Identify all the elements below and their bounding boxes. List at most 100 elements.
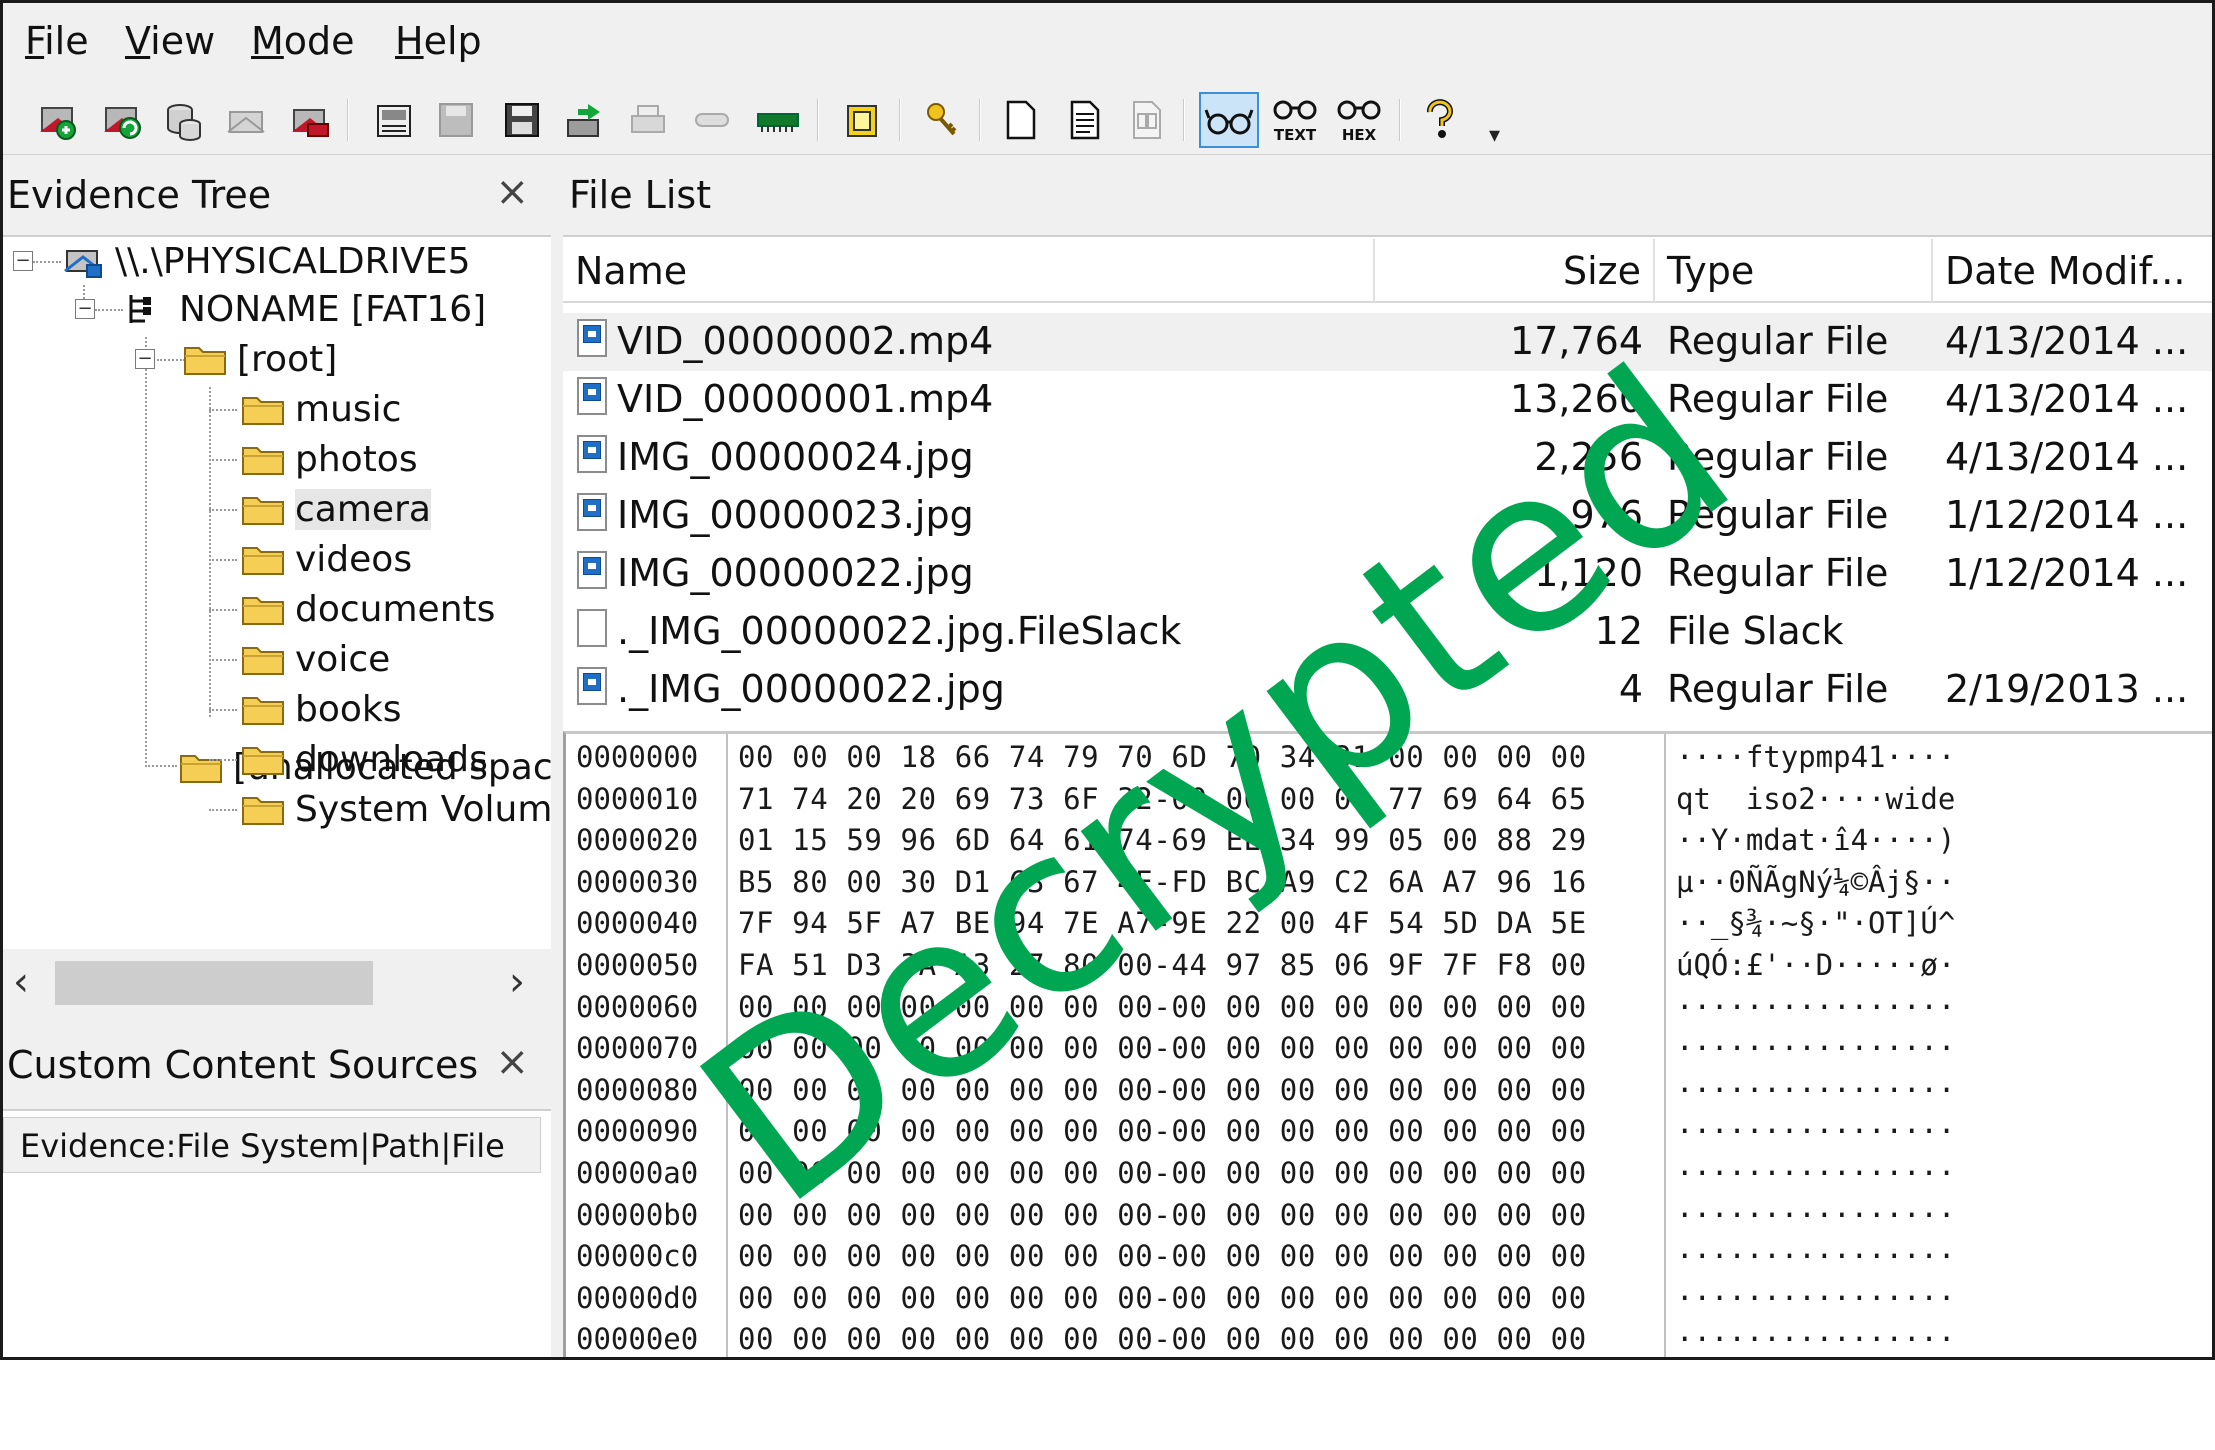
- key-icon[interactable]: [917, 95, 967, 145]
- column-header-name[interactable]: Name: [563, 239, 1375, 303]
- hex-ascii-line: ················: [1676, 1156, 1956, 1190]
- file-list-row[interactable]: ._IMG_00000022.jpg 4 Regular File 2/19/2013…: [563, 661, 2212, 719]
- tree-label: System Volume: [295, 788, 575, 830]
- scroll-thumb[interactable]: [55, 961, 373, 1005]
- folder-icon: [183, 342, 227, 376]
- file-date-cell: 1/12/2014 ...: [1945, 551, 2189, 595]
- link-icon[interactable]: [687, 95, 737, 145]
- file-list-row[interactable]: IMG_00000023.jpg 976 Regular File 1/12/2014…: [563, 487, 2212, 545]
- file-list-row[interactable]: ._IMG_00000022.jpg.FileSlack 12 File Slack: [563, 603, 2212, 661]
- file-list-header: File List: [563, 155, 2212, 237]
- print-icon[interactable]: [623, 95, 673, 145]
- tree-node-folder[interactable]: System Volume: [241, 785, 575, 833]
- hex-bytes-line: B5 80 00 30 D1 C3 67 4E-FD BC A9 C2 6A A…: [738, 864, 1587, 899]
- hex-ascii-line: ················: [1676, 1239, 1956, 1274]
- volume-icon: [129, 295, 151, 323]
- memory-icon[interactable]: [753, 95, 803, 145]
- remove-evidence-icon[interactable]: [221, 95, 271, 145]
- hex-ascii-column: ····ftypmp41···· qt iso2····wide ··Y·mdat·…: [1668, 734, 2212, 1357]
- tree-line: [209, 709, 237, 711]
- custom-content-sources-panel: Custom Content Sources × Evidence:File S…: [3, 1015, 551, 1357]
- panel-splitter[interactable]: [551, 155, 563, 1357]
- menu-help[interactable]: Help: [395, 19, 482, 63]
- menu-file[interactable]: File: [25, 19, 89, 63]
- export-icon[interactable]: [561, 95, 611, 145]
- hex-ascii-line: ················: [1676, 989, 1956, 1024]
- tree-node-drive[interactable]: \\.\PHYSICALDRIVE5: [61, 237, 471, 285]
- file-list-row[interactable]: VID_00000002.mp4 17,764 Regular File 4/13/2…: [563, 313, 2212, 371]
- tree-node-folder[interactable]: books: [241, 685, 402, 733]
- document-icon[interactable]: [1059, 95, 1109, 145]
- hex-ascii-line: ················: [1676, 1072, 1956, 1107]
- toolbar-separator: [979, 99, 981, 141]
- column-header-type[interactable]: Type: [1655, 239, 1933, 303]
- tree-node-folder[interactable]: photos: [241, 435, 418, 483]
- viewer-glasses-icon[interactable]: [1199, 92, 1259, 148]
- hex-bytes-line: 00 00 00 00 00 00 00 00-00 00 00 00 00 0…: [738, 1031, 1587, 1066]
- tree-label: camera: [295, 488, 431, 530]
- file-type-cell: Regular File: [1667, 667, 1889, 711]
- hex-viewer[interactable]: 0000000 0000010 0000020 0000030 0000040 00000…: [563, 731, 2212, 1357]
- tree-line: [209, 459, 237, 461]
- file-list-row[interactable]: VID_00000001.mp4 13,260 Regular File 4/13/2…: [563, 371, 2212, 429]
- collapse-root-icon[interactable]: −: [135, 349, 155, 369]
- hex-offset: 00000c0: [576, 1239, 699, 1274]
- new-document-icon[interactable]: [995, 95, 1045, 145]
- folder-icon: [241, 442, 285, 476]
- report-icon[interactable]: [369, 95, 419, 145]
- file-list-row[interactable]: IMG_00000022.jpg 1,120 Regular File 1/12/20…: [563, 545, 2212, 603]
- tree-node-folder[interactable]: videos: [241, 535, 412, 583]
- image-file-icon: [577, 667, 607, 705]
- tree-horizontal-scrollbar[interactable]: ‹ ›: [3, 949, 551, 1015]
- hex-bytes-line: 00 00 00 00 00 00 00 00-00 00 00 00 00 0…: [738, 1114, 1587, 1149]
- file-list-row[interactable]: IMG_00000024.jpg 2,256 Regular File 4/13/20…: [563, 429, 2212, 487]
- save-icon[interactable]: [431, 95, 481, 145]
- tree-node-folder[interactable]: music: [241, 385, 401, 433]
- tree-line: [209, 759, 237, 761]
- hex-ascii-line: qt iso2····wide: [1676, 781, 1956, 816]
- bookmark-icon[interactable]: [837, 95, 887, 145]
- toolbar-overflow-icon[interactable]: ▾: [1489, 123, 1500, 148]
- evidence-tree-close-icon[interactable]: ×: [495, 169, 529, 215]
- folder-icon: [241, 392, 285, 426]
- scroll-right-icon[interactable]: ›: [509, 959, 525, 1005]
- save-as-icon[interactable]: [497, 95, 547, 145]
- collapse-drive-icon[interactable]: −: [13, 251, 33, 271]
- tree-node-volume[interactable]: NONAME [FAT16]: [123, 285, 486, 333]
- database-icon[interactable]: [159, 95, 209, 145]
- refresh-evidence-icon[interactable]: [97, 95, 147, 145]
- tree-node-folder[interactable]: voice: [241, 635, 390, 683]
- column-header-size[interactable]: Size: [1375, 239, 1655, 303]
- custom-content-title: Custom Content Sources: [7, 1043, 479, 1087]
- tree-node-folder[interactable]: documents: [241, 585, 495, 633]
- tree-node-folder[interactable]: downloads: [241, 735, 488, 783]
- compare-icon[interactable]: [1121, 95, 1171, 145]
- tree-line: [145, 337, 147, 767]
- file-list-panel: File List Name Size Type Date Modif... V…: [563, 155, 2212, 731]
- file-type-cell: Regular File: [1667, 493, 1889, 537]
- tree-node-root[interactable]: [root]: [183, 335, 337, 383]
- hex-offset: 0000000: [576, 740, 699, 774]
- folder-icon: [241, 592, 285, 626]
- hex-offset: 0000010: [576, 781, 699, 816]
- custom-content-close-icon[interactable]: ×: [495, 1039, 529, 1085]
- tree-node-folder[interactable]: camera: [241, 485, 431, 533]
- hex-offset-column: 0000000 0000010 0000020 0000030 0000040 00000…: [566, 734, 728, 1357]
- add-evidence-icon[interactable]: [33, 95, 83, 145]
- toolbar-separator: [817, 99, 819, 141]
- menu-view[interactable]: View: [125, 19, 215, 63]
- application-window: File View Mode Help TEXT HEX ▾ Evidence …: [0, 0, 2215, 1360]
- scroll-left-icon[interactable]: ‹: [13, 959, 29, 1005]
- file-size-cell: 12: [1594, 609, 1643, 653]
- custom-content-column-header[interactable]: Evidence:File System|Path|File: [3, 1117, 541, 1173]
- help-icon[interactable]: [1415, 95, 1465, 145]
- file-list-column-headers: Name Size Type Date Modif...: [563, 239, 2212, 303]
- file-type-cell: File Slack: [1667, 609, 1844, 653]
- file-list-title: File List: [569, 173, 712, 217]
- text-view-icon[interactable]: TEXT: [1265, 95, 1325, 145]
- collapse-volume-icon[interactable]: −: [75, 299, 95, 319]
- column-header-date[interactable]: Date Modif...: [1933, 239, 2212, 303]
- hex-view-icon[interactable]: HEX: [1329, 95, 1389, 145]
- menu-mode[interactable]: Mode: [251, 19, 355, 63]
- close-evidence-icon[interactable]: [285, 95, 335, 145]
